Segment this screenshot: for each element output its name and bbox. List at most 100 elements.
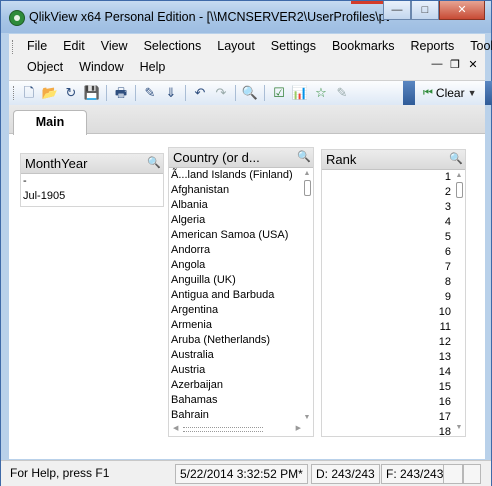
list-item[interactable]: 17 [322, 410, 465, 425]
reload-icon[interactable]: ↻ [62, 84, 80, 102]
search-icon[interactable]: 🔍 [449, 153, 463, 166]
bookmark-star-icon[interactable]: ☆ [312, 84, 330, 102]
menu-file[interactable]: File [19, 36, 55, 57]
search-icon[interactable]: 🔍 [297, 151, 311, 164]
listbox-title: Rank [326, 152, 357, 167]
doc-minimize-icon[interactable]: — [431, 58, 443, 71]
redo-icon[interactable]: ↷ [212, 84, 230, 102]
print-icon[interactable]: 🖶 [112, 84, 130, 102]
menu-reports[interactable]: Reports [403, 36, 463, 57]
reload-data-icon[interactable]: ⇓ [162, 84, 180, 102]
undo-icon[interactable]: ↶ [191, 84, 209, 102]
tab-main[interactable]: Main [13, 110, 87, 135]
new-document-icon[interactable]: 🗋 [20, 84, 38, 102]
scroll-up-arrow-icon[interactable]: ▲ [303, 170, 311, 178]
listbox-caption[interactable]: Rank [322, 150, 465, 170]
scroll-down-arrow-icon[interactable]: ▼ [455, 424, 463, 432]
edit-object-icon[interactable]: ✎ [333, 84, 351, 102]
list-item[interactable]: 3 [322, 200, 465, 215]
list-item[interactable]: 12 [322, 335, 465, 350]
list-item[interactable]: 8 [322, 275, 465, 290]
list-item[interactable]: Azerbaijan [169, 378, 313, 393]
list-item[interactable]: Armenia [169, 318, 313, 333]
list-item[interactable]: Jul-1905 [21, 189, 163, 204]
list-item[interactable]: 2 [322, 185, 465, 200]
list-item[interactable]: Anguilla (UK) [169, 273, 313, 288]
listbox-caption[interactable]: Country (or d... [169, 148, 313, 168]
open-folder-icon[interactable]: 📂 [41, 84, 59, 102]
vertical-scrollbar[interactable]: ▲ ▼ [455, 172, 463, 432]
menu-selections[interactable]: Selections [136, 36, 210, 57]
list-item[interactable]: Austria [169, 363, 313, 378]
menu-grip[interactable] [12, 39, 16, 54]
menu-tools[interactable]: Tools [462, 36, 492, 57]
doc-close-icon[interactable]: ✕ [467, 58, 479, 71]
list-item[interactable]: Argentina [169, 303, 313, 318]
list-item[interactable]: 7 [322, 260, 465, 275]
horizontal-scrollbar[interactable]: ◀ ▶ [173, 425, 301, 433]
toolbar-overflow-chevron[interactable] [403, 81, 415, 105]
doc-restore-icon[interactable]: ❐ [449, 58, 461, 71]
title-bar[interactable]: QlikView x64 Personal Edition - [\\MCNSE… [1, 1, 491, 33]
list-item[interactable]: Albania [169, 198, 313, 213]
listbox-monthyear[interactable]: MonthYear 🔍 - Jul-1905 [20, 153, 164, 207]
menu-window[interactable]: Window [71, 57, 131, 78]
list-item[interactable]: 11 [322, 320, 465, 335]
scroll-right-arrow-icon[interactable]: ▶ [296, 425, 301, 433]
scroll-thumb[interactable] [304, 180, 311, 196]
list-item[interactable]: Aruba (Netherlands) [169, 333, 313, 348]
list-item[interactable]: Angola [169, 258, 313, 273]
list-item[interactable]: 13 [322, 350, 465, 365]
menu-help[interactable]: Help [132, 57, 174, 78]
list-item[interactable]: 18 [322, 425, 465, 436]
vertical-scrollbar[interactable]: ▲ ▼ [303, 170, 311, 422]
close-button[interactable]: ✕ [439, 1, 485, 20]
list-item[interactable]: 6 [322, 245, 465, 260]
scroll-thumb[interactable] [456, 182, 463, 198]
list-item[interactable]: 4 [322, 215, 465, 230]
scroll-left-arrow-icon[interactable]: ◀ [173, 425, 178, 433]
qlikview-app-icon[interactable] [9, 10, 25, 26]
search-icon[interactable]: 🔍 [241, 84, 259, 102]
search-icon[interactable]: 🔍 [147, 157, 161, 170]
list-item[interactable]: 9 [322, 290, 465, 305]
menu-layout[interactable]: Layout [209, 36, 263, 57]
list-item[interactable]: Afghanistan [169, 183, 313, 198]
toolbar-grip[interactable] [13, 86, 17, 100]
list-item[interactable]: - [21, 174, 163, 189]
menu-settings[interactable]: Settings [263, 36, 324, 57]
scroll-down-arrow-icon[interactable]: ▼ [303, 414, 311, 422]
list-item[interactable]: 5 [322, 230, 465, 245]
list-item[interactable]: 14 [322, 365, 465, 380]
toolbar-overflow-chevron-2[interactable] [485, 81, 492, 105]
selection-check-icon[interactable]: ☑ [270, 84, 288, 102]
list-item[interactable]: Antigua and Barbuda [169, 288, 313, 303]
edit-script-icon[interactable]: ✎ [141, 84, 159, 102]
list-item[interactable]: Algeria [169, 213, 313, 228]
list-item[interactable]: 10 [322, 305, 465, 320]
menu-edit[interactable]: Edit [55, 36, 93, 57]
chart-wizard-icon[interactable]: 📊 [291, 84, 309, 102]
list-item[interactable]: 15 [322, 380, 465, 395]
listbox-caption[interactable]: MonthYear [21, 154, 163, 174]
list-item[interactable]: Australia [169, 348, 313, 363]
list-item[interactable]: Ã...land Islands (Finland) [169, 168, 313, 183]
listbox-country[interactable]: Country (or d... 🔍 Ã...land Islands (Fin… [168, 147, 314, 437]
list-item[interactable]: Andorra [169, 243, 313, 258]
list-item[interactable]: American Samoa (USA) [169, 228, 313, 243]
clear-button[interactable]: ⏮ Clear ▼ [419, 83, 481, 103]
list-item[interactable]: 1 [322, 170, 465, 185]
minimize-button[interactable]: — [383, 1, 411, 20]
menu-view[interactable]: View [93, 36, 136, 57]
scroll-up-arrow-icon[interactable]: ▲ [455, 172, 463, 180]
menu-object[interactable]: Object [19, 57, 71, 78]
save-icon[interactable]: 💾 [83, 84, 101, 102]
listbox-rank[interactable]: Rank 🔍 1 2 3 4 5 6 7 8 9 10 11 12 13 14 … [321, 149, 466, 437]
list-item[interactable]: 16 [322, 395, 465, 410]
horizontal-scroll-thumb[interactable] [183, 427, 263, 432]
menu-bookmarks[interactable]: Bookmarks [324, 36, 403, 57]
list-item[interactable]: Bahamas [169, 393, 313, 408]
list-item[interactable]: Bahrain [169, 408, 313, 422]
maximize-button[interactable]: □ [411, 1, 439, 20]
chevron-down-icon[interactable]: ▼ [468, 88, 477, 98]
